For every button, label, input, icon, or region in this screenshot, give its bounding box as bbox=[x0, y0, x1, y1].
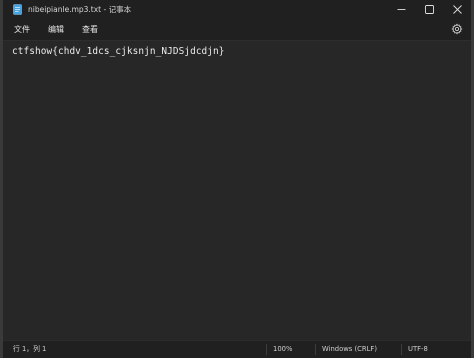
menu-view[interactable]: 查看 bbox=[77, 22, 103, 37]
status-divider bbox=[315, 344, 316, 355]
status-divider bbox=[401, 344, 402, 355]
gear-icon bbox=[451, 23, 463, 35]
close-icon bbox=[452, 4, 462, 14]
encoding: UTF-8 bbox=[408, 345, 428, 353]
line-ending: Windows (CRLF) bbox=[322, 345, 377, 353]
editor-content[interactable]: ctfshow{chdv_1dcs_cjksnjn_NJDSjdcdjn} bbox=[12, 46, 225, 57]
menu-file[interactable]: 文件 bbox=[9, 22, 35, 37]
close-button[interactable] bbox=[443, 0, 471, 18]
menu-bar: 文件 编辑 查看 bbox=[3, 18, 471, 40]
zoom-level: 100% bbox=[273, 345, 293, 353]
maximize-icon bbox=[424, 4, 434, 14]
status-divider bbox=[266, 344, 267, 355]
window-title: nibeipianle.mp3.txt - 记事本 bbox=[28, 4, 132, 14]
notepad-window: nibeipianle.mp3.txt - 记事本 文件 编辑 查看 ctfsh… bbox=[0, 0, 474, 358]
status-bar: 行 1，列 1 100% Windows (CRLF) UTF-8 bbox=[3, 340, 471, 358]
minimize-icon bbox=[397, 8, 405, 10]
text-editor[interactable]: ctfshow{chdv_1dcs_cjksnjn_NJDSjdcdjn} bbox=[3, 40, 471, 340]
notepad-app-icon bbox=[13, 3, 22, 15]
minimize-button[interactable] bbox=[387, 0, 415, 18]
menu-edit[interactable]: 编辑 bbox=[43, 22, 69, 37]
settings-button[interactable] bbox=[450, 22, 464, 36]
cursor-position: 行 1，列 1 bbox=[13, 345, 47, 353]
caption-buttons bbox=[387, 0, 471, 18]
maximize-button[interactable] bbox=[415, 0, 443, 18]
title-bar[interactable]: nibeipianle.mp3.txt - 记事本 bbox=[3, 0, 471, 18]
